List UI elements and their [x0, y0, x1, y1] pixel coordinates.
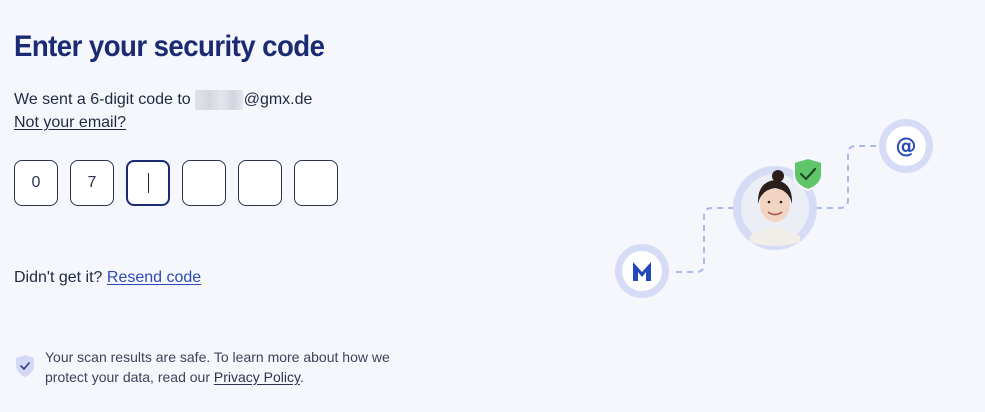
resend-code-link[interactable]: Resend code	[107, 269, 201, 286]
malwarebytes-logo-icon	[615, 244, 669, 298]
code-digit-2[interactable]: 7	[70, 160, 114, 206]
at-sign-glyph: @	[896, 134, 917, 158]
security-code-page: Enter your security code We sent a 6-dig…	[0, 0, 985, 412]
privacy-text: Your scan results are safe. To learn mor…	[45, 347, 415, 387]
resend-line: Didn't get it? Resend code	[14, 269, 201, 287]
email-domain: @gmx.de	[243, 91, 313, 108]
privacy-period: .	[299, 369, 304, 385]
not-your-email-link[interactable]: Not your email?	[14, 114, 126, 132]
text-caret	[147, 173, 149, 193]
security-code-inputs: 0 7	[14, 160, 338, 206]
verified-shield-icon	[793, 156, 823, 192]
page-title: Enter your security code	[14, 30, 325, 63]
code-digit-1[interactable]: 0	[14, 160, 58, 206]
shield-check-icon	[16, 355, 34, 377]
dashed-connector-right	[816, 145, 880, 209]
code-sent-prefix: We sent a 6-digit code to	[14, 91, 191, 108]
code-sent-message: We sent a 6-digit code to @gmx.de	[14, 90, 312, 110]
resend-prompt: Didn't get it?	[14, 269, 103, 286]
dashed-connector-left	[676, 207, 734, 273]
code-digit-6[interactable]	[294, 160, 338, 206]
at-sign-icon: @	[879, 119, 933, 173]
redacted-email-mask	[194, 90, 243, 110]
code-digit-5[interactable]	[238, 160, 282, 206]
code-digit-4[interactable]	[182, 160, 226, 206]
privacy-policy-link[interactable]: Privacy Policy	[214, 369, 300, 385]
privacy-notice: Your scan results are safe. To learn mor…	[14, 347, 415, 387]
code-digit-3[interactable]	[126, 160, 170, 206]
verification-illustration: @	[615, 119, 933, 298]
